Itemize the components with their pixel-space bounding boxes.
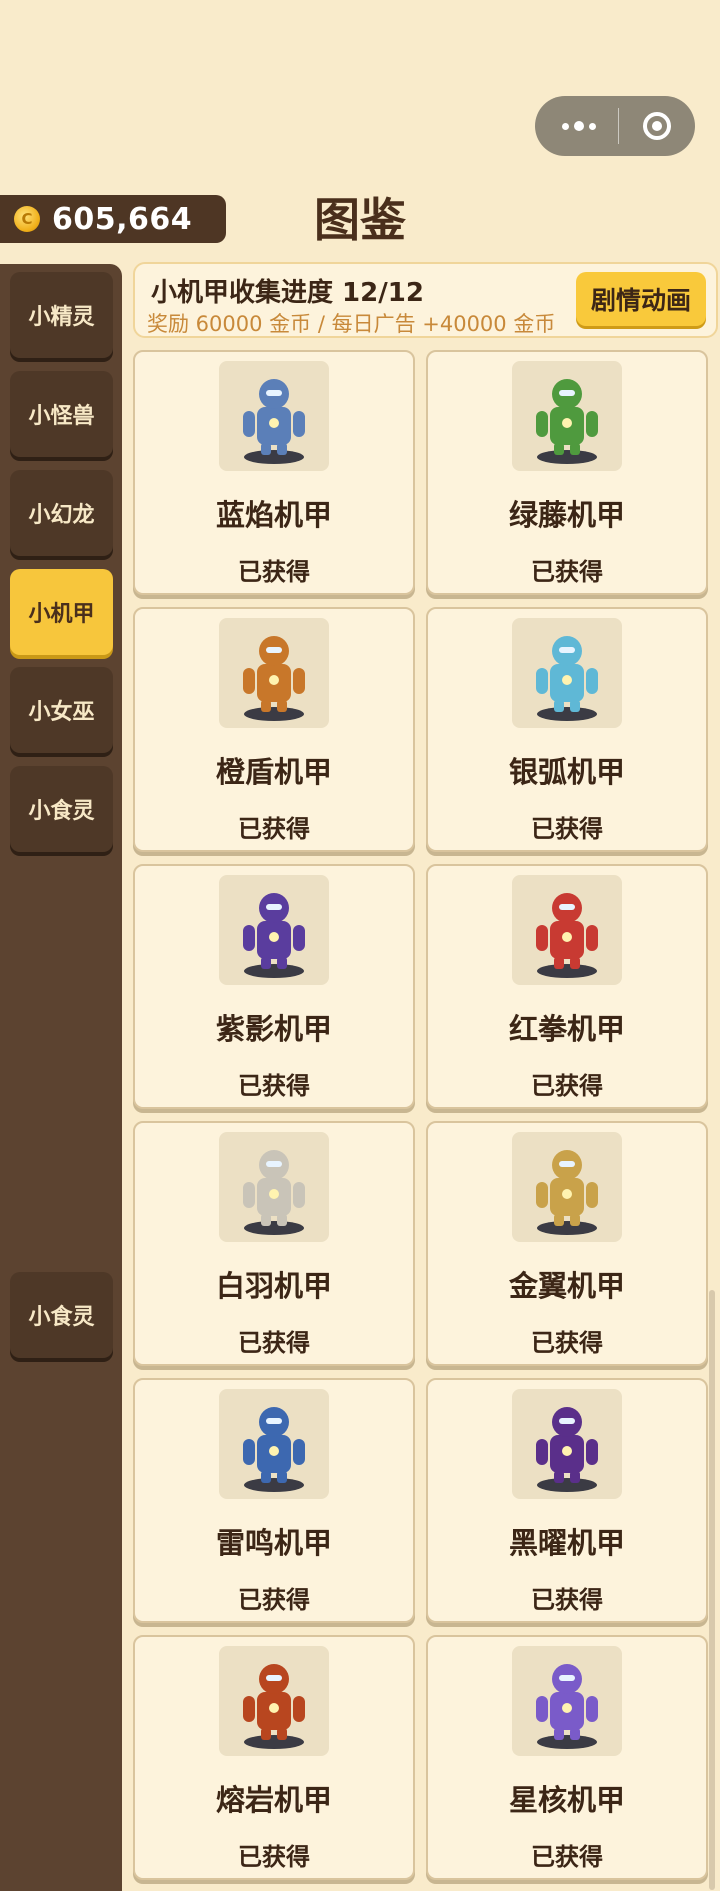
mech-name: 熔岩机甲 [215, 1783, 332, 1817]
mech-figure-icon [512, 361, 622, 471]
mech-status: 已获得 [531, 1843, 603, 1871]
mech-status: 已获得 [238, 1586, 310, 1614]
mech-status: 已获得 [238, 1329, 310, 1357]
mech-status: 已获得 [238, 1843, 310, 1871]
mech-figure-icon [219, 875, 329, 985]
mech-card[interactable]: 蓝焰机甲 已获得 [133, 350, 415, 595]
mech-figure-icon [512, 1646, 622, 1756]
mech-status: 已获得 [238, 558, 310, 586]
mech-figure-icon [219, 1389, 329, 1499]
mech-card[interactable]: 星核机甲 已获得 [426, 1635, 708, 1880]
mech-figure-icon [219, 361, 329, 471]
mech-figure-icon [219, 618, 329, 728]
mech-name: 星核机甲 [508, 1783, 625, 1817]
mech-status: 已获得 [238, 815, 310, 843]
mech-figure-icon [512, 875, 622, 985]
mech-status: 已获得 [531, 1329, 603, 1357]
collection-progress-panel: 小机甲收集进度 12/12 奖励 60000 金币 / 每日广告 +40000 … [133, 262, 718, 338]
sidebar-item-dragon[interactable]: 小幻龙 [10, 470, 113, 556]
mech-card[interactable]: 白羽机甲 已获得 [133, 1121, 415, 1366]
page-title: 图鉴 [314, 193, 406, 247]
category-sidebar: 小精灵 小怪兽 小幻龙 小机甲 小女巫 小食灵 小食灵 [0, 264, 122, 1891]
mech-name: 橙盾机甲 [215, 755, 332, 789]
mech-name: 紫影机甲 [215, 1012, 332, 1046]
mech-figure-icon [512, 1132, 622, 1242]
mech-card[interactable]: 黑曜机甲 已获得 [426, 1378, 708, 1623]
sidebar-item-mech[interactable]: 小机甲 [10, 569, 113, 655]
sidebar-item-food-spirit-ghost[interactable]: 小食灵 [10, 1272, 113, 1358]
close-icon[interactable] [619, 112, 696, 140]
sidebar-item-monster[interactable]: 小怪兽 [10, 371, 113, 457]
mech-status: 已获得 [238, 1072, 310, 1100]
mech-name: 绿藤机甲 [508, 498, 625, 532]
mech-figure-icon [512, 618, 622, 728]
mech-card[interactable]: 红拳机甲 已获得 [426, 864, 708, 1109]
mech-figure-icon [219, 1646, 329, 1756]
mech-status: 已获得 [531, 815, 603, 843]
coin-balance: C 605,664 [0, 195, 226, 243]
sidebar-item-food-spirit[interactable]: 小食灵 [10, 766, 113, 852]
mech-status: 已获得 [531, 1072, 603, 1100]
mech-status: 已获得 [531, 1586, 603, 1614]
mech-card[interactable]: 绿藤机甲 已获得 [426, 350, 708, 595]
scrollbar[interactable] [709, 1290, 715, 1890]
coin-icon: C [14, 206, 40, 232]
story-animation-button[interactable]: 剧情动画 [576, 272, 706, 326]
mech-name: 雷鸣机甲 [215, 1526, 332, 1560]
mech-figure-icon [512, 1389, 622, 1499]
mini-program-capsule [535, 96, 695, 156]
mech-status: 已获得 [531, 558, 603, 586]
mech-name: 银弧机甲 [508, 755, 625, 789]
mech-card[interactable]: 熔岩机甲 已获得 [133, 1635, 415, 1880]
collection-reward-text: 奖励 60000 金币 / 每日广告 +40000 金币 [147, 312, 556, 336]
mech-card[interactable]: 紫影机甲 已获得 [133, 864, 415, 1109]
mech-name: 金翼机甲 [508, 1269, 625, 1303]
mech-name: 蓝焰机甲 [215, 498, 332, 532]
coin-value: 605,664 [52, 201, 193, 237]
sidebar-item-witch[interactable]: 小女巫 [10, 667, 113, 753]
sidebar-item-elf[interactable]: 小精灵 [10, 272, 113, 358]
mech-name: 黑曜机甲 [508, 1526, 625, 1560]
collection-progress-title: 小机甲收集进度 12/12 [151, 278, 424, 308]
mech-card[interactable]: 雷鸣机甲 已获得 [133, 1378, 415, 1623]
mech-name: 白羽机甲 [215, 1269, 332, 1303]
mech-card[interactable]: 银弧机甲 已获得 [426, 607, 708, 852]
mech-card[interactable]: 橙盾机甲 已获得 [133, 607, 415, 852]
mech-figure-icon [219, 1132, 329, 1242]
more-menu-icon[interactable] [535, 121, 618, 131]
mech-name: 红拳机甲 [508, 1012, 625, 1046]
mech-card[interactable]: 金翼机甲 已获得 [426, 1121, 708, 1366]
